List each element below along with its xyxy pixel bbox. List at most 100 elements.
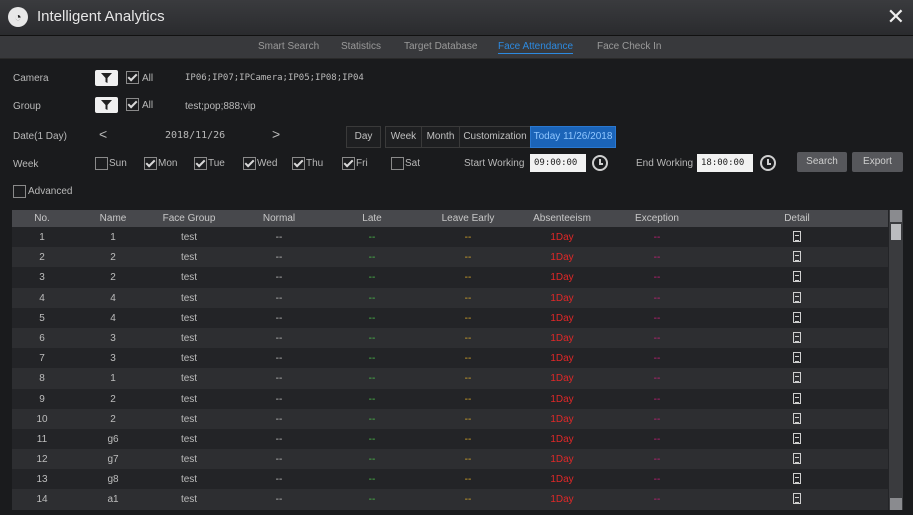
cell-leave-early: -- xyxy=(464,494,472,506)
cell-exception: -- xyxy=(653,454,661,466)
table-row[interactable]: 6 3 test -- -- -- 1Day -- xyxy=(12,327,888,349)
cell-late: -- xyxy=(368,494,376,506)
day-thu-checkbox[interactable] xyxy=(292,157,305,170)
detail-document-icon[interactable] xyxy=(793,352,801,364)
camera-all-checkbox[interactable] xyxy=(126,71,139,84)
camera-all-label: All xyxy=(142,73,154,84)
search-button[interactable]: Search xyxy=(797,152,847,172)
detail-document-icon[interactable] xyxy=(793,372,801,384)
range-month-button[interactable]: Month xyxy=(421,126,460,148)
cell-absenteeism: 1Day xyxy=(550,292,574,304)
scroll-thumb[interactable] xyxy=(891,224,901,240)
cell-absenteeism: 1Day xyxy=(550,494,574,506)
detail-document-icon[interactable] xyxy=(793,392,801,404)
table-row[interactable]: 3 2 test -- -- -- 1Day -- xyxy=(12,267,888,287)
cell-name: 4 xyxy=(110,312,116,324)
tab-smart-search[interactable]: Smart Search xyxy=(258,41,319,52)
table-row[interactable]: 10 2 test -- -- -- 1Day -- xyxy=(12,408,888,429)
export-button[interactable]: Export xyxy=(852,152,903,172)
cell-normal: -- xyxy=(275,373,283,385)
range-day-button[interactable]: Day xyxy=(346,126,381,148)
group-selection: test;pop;888;vip xyxy=(185,101,256,112)
table-row[interactable]: 13 g8 test -- -- -- 1Day -- xyxy=(12,469,888,489)
col-face-group: Face Group xyxy=(162,213,216,224)
cell-exception: -- xyxy=(653,413,661,425)
scroll-down-icon[interactable] xyxy=(890,498,902,510)
detail-document-icon[interactable] xyxy=(793,473,801,485)
cell-absenteeism: 1Day xyxy=(550,272,574,284)
detail-document-icon[interactable] xyxy=(793,331,801,343)
cell-face-group: test xyxy=(180,433,198,445)
filter-icon xyxy=(101,100,112,110)
day-sat-checkbox[interactable] xyxy=(391,157,404,170)
day-tue-checkbox[interactable] xyxy=(194,157,207,170)
camera-selection: IP06;IP07;IPCamera;IP05;IP08;IP04 xyxy=(185,73,364,83)
table-row[interactable]: 2 2 test -- -- -- 1Day -- xyxy=(12,247,888,268)
start-working-input[interactable]: 09:00:00 xyxy=(530,154,586,172)
start-clock-icon[interactable] xyxy=(592,155,608,171)
day-fri-checkbox[interactable] xyxy=(342,157,355,170)
table-row[interactable]: 5 4 test -- -- -- 1Day -- xyxy=(12,308,888,328)
range-week-button[interactable]: Week xyxy=(385,126,422,148)
cell-normal: -- xyxy=(275,413,283,425)
table-row[interactable]: 1 1 test -- -- -- 1Day -- xyxy=(12,227,888,247)
table-scrollbar[interactable] xyxy=(889,210,903,510)
cell-no: 4 xyxy=(39,292,45,304)
table-row[interactable]: 8 1 test -- -- -- 1Day -- xyxy=(12,368,888,389)
detail-document-icon[interactable] xyxy=(793,493,801,505)
table-body: 1 1 test -- -- -- 1Day -- 2 2 test -- -- -- 1Day -- 3 2 te… xyxy=(12,227,888,510)
camera-label: Camera xyxy=(13,73,49,84)
tab-statistics[interactable]: Statistics xyxy=(341,41,381,52)
tab-face-check-in[interactable]: Face Check In xyxy=(597,41,661,52)
detail-document-icon[interactable] xyxy=(793,231,801,242)
group-filter-button[interactable] xyxy=(95,97,118,113)
next-date-button[interactable]: > xyxy=(272,126,280,142)
detail-document-icon[interactable] xyxy=(793,432,801,444)
detail-document-icon[interactable] xyxy=(793,291,801,303)
detail-document-icon[interactable] xyxy=(793,251,801,263)
group-all-checkbox[interactable] xyxy=(126,98,139,111)
table-row[interactable]: 12 g7 test -- -- -- 1Day -- xyxy=(12,449,888,470)
table-row[interactable]: 11 g6 test -- -- -- 1Day -- xyxy=(12,429,888,449)
cell-name: a1 xyxy=(107,494,119,506)
end-working-input[interactable]: 18:00:00 xyxy=(697,154,753,172)
cell-no: 7 xyxy=(39,353,45,365)
detail-document-icon[interactable] xyxy=(793,311,801,323)
table-row[interactable]: 14 a1 test -- -- -- 1Day -- xyxy=(12,489,888,510)
advanced-checkbox[interactable] xyxy=(13,185,26,198)
day-tue-label: Tue xyxy=(208,158,225,169)
col-late: Late xyxy=(362,213,382,224)
detail-document-icon[interactable] xyxy=(793,412,801,424)
day-thu-label: Thu xyxy=(306,158,324,169)
cell-leave-early: -- xyxy=(464,373,472,385)
cell-name: 2 xyxy=(110,413,116,425)
tab-face-attendance[interactable]: Face Attendance xyxy=(498,41,574,54)
detail-document-icon[interactable] xyxy=(793,453,801,465)
day-mon-checkbox[interactable] xyxy=(144,157,157,170)
col-detail: Detail xyxy=(784,213,810,224)
cell-exception: -- xyxy=(653,433,661,445)
cell-late: -- xyxy=(368,332,376,344)
end-clock-icon[interactable] xyxy=(760,155,776,171)
detail-document-icon[interactable] xyxy=(793,271,801,283)
camera-filter-button[interactable] xyxy=(95,70,118,86)
range-customization-button[interactable]: Customization xyxy=(459,126,531,148)
day-fri-label: Fri xyxy=(356,158,368,169)
day-wed-checkbox[interactable] xyxy=(243,157,256,170)
cell-face-group: test xyxy=(180,292,198,304)
cell-exception: -- xyxy=(653,474,661,486)
table-row[interactable]: 7 3 test -- -- -- 1Day -- xyxy=(12,348,888,368)
table-row[interactable]: 9 2 test -- -- -- 1Day -- xyxy=(12,389,888,409)
prev-date-button[interactable]: < xyxy=(99,126,107,142)
table-row[interactable]: 4 4 test -- -- -- 1Day -- xyxy=(12,287,888,308)
close-button[interactable]: ✕ xyxy=(887,4,905,30)
cell-name: 2 xyxy=(110,393,116,405)
range-today-button[interactable]: Today 11/26/2018 xyxy=(530,126,616,148)
cell-late: -- xyxy=(368,393,376,405)
cell-leave-early: -- xyxy=(464,474,472,486)
day-mon-label: Mon xyxy=(158,158,178,169)
scroll-up-icon[interactable] xyxy=(890,210,902,222)
cell-late: -- xyxy=(368,272,376,284)
tab-target-database[interactable]: Target Database xyxy=(404,41,477,52)
day-sun-checkbox[interactable] xyxy=(95,157,108,170)
